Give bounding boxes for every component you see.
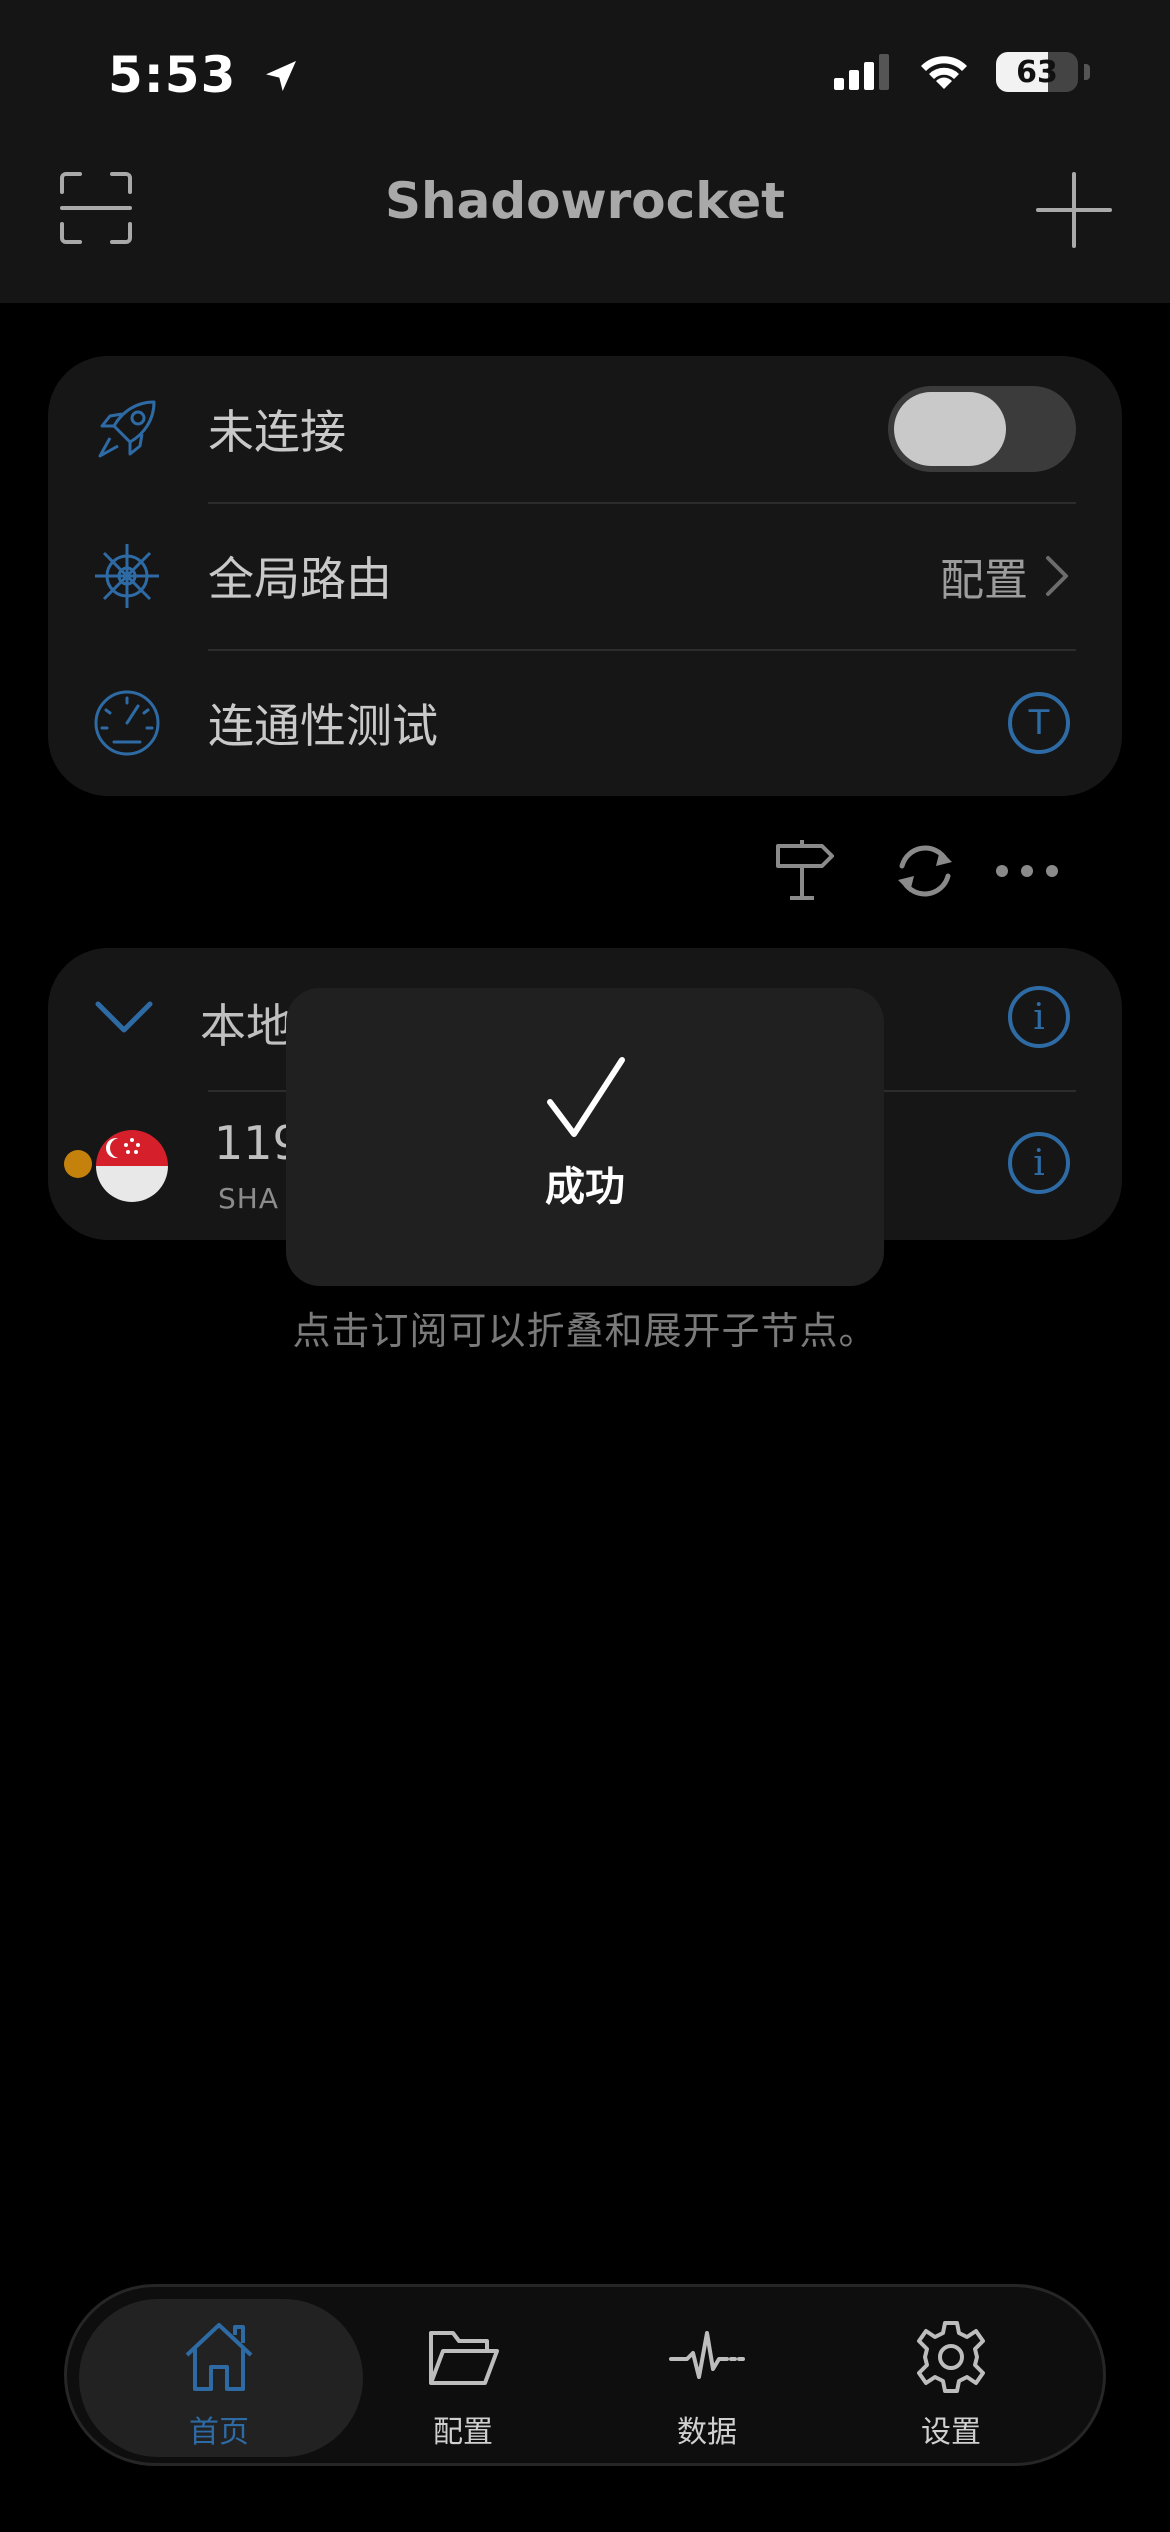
chevron-right-icon bbox=[1046, 556, 1068, 596]
top-bar: 5:53 63 Shadowrocket bbox=[0, 0, 1170, 303]
test-badge[interactable]: T bbox=[1008, 692, 1070, 754]
connectivity-test-label: 连通性测试 bbox=[208, 699, 438, 753]
gear-icon bbox=[917, 2321, 985, 2393]
tab-label: 配置 bbox=[433, 2415, 493, 2450]
folder-icon bbox=[429, 2331, 499, 2385]
node-status-dot bbox=[64, 1150, 92, 1178]
signpost-icon[interactable] bbox=[772, 836, 842, 906]
singapore-flag-icon bbox=[96, 1130, 168, 1202]
plus-icon[interactable] bbox=[1034, 170, 1114, 250]
page-title: Shadowrocket bbox=[384, 172, 786, 230]
connection-toggle[interactable] bbox=[888, 386, 1076, 472]
refresh-icon[interactable] bbox=[890, 836, 960, 906]
tab-label: 设置 bbox=[921, 2415, 981, 2450]
subscription-title[interactable]: 本地 bbox=[200, 990, 292, 1056]
success-toast: 成功 bbox=[286, 988, 884, 1286]
tab-settings[interactable]: 设置 bbox=[829, 2287, 1073, 2469]
connection-status-label: 未连接 bbox=[208, 405, 346, 459]
tab-label: 首页 bbox=[189, 2415, 249, 2450]
chevron-down-icon[interactable] bbox=[94, 986, 154, 1046]
rocket-icon bbox=[98, 400, 156, 458]
tab-home[interactable]: 首页 bbox=[97, 2287, 341, 2469]
battery-tip bbox=[1084, 64, 1090, 80]
toast-message: 成功 bbox=[545, 1164, 625, 1210]
status-time: 5:53 bbox=[108, 46, 301, 104]
battery-indicator: 63 bbox=[996, 52, 1078, 92]
pulse-icon bbox=[669, 2331, 745, 2379]
connection-row[interactable]: 未连接 bbox=[48, 356, 1122, 502]
wifi-icon bbox=[921, 56, 967, 89]
cellular-signal-icon bbox=[834, 54, 889, 90]
info-icon[interactable]: i bbox=[1008, 986, 1070, 1048]
battery-percent: 63 bbox=[1016, 54, 1058, 90]
tab-bar: 首页 配置 数据 设置 bbox=[64, 2284, 1106, 2466]
toggle-knob bbox=[894, 392, 1006, 466]
routing-row[interactable]: 全局路由 配置 bbox=[48, 503, 1122, 649]
status-icons: 63 bbox=[834, 52, 1090, 92]
speedometer-icon bbox=[94, 690, 160, 756]
home-icon bbox=[185, 2323, 253, 2391]
node-info-icon[interactable]: i bbox=[1008, 1132, 1070, 1194]
tab-config[interactable]: 配置 bbox=[341, 2287, 585, 2469]
hint-text: 点击订阅可以折叠和展开子节点。 bbox=[292, 1309, 878, 1353]
tab-data[interactable]: 数据 bbox=[585, 2287, 829, 2469]
more-icon[interactable] bbox=[992, 836, 1062, 906]
connection-card: 未连接 全局路由 配置 连通性测试 T bbox=[48, 356, 1122, 796]
ship-wheel-icon bbox=[95, 544, 159, 608]
tab-label: 数据 bbox=[677, 2415, 737, 2450]
screen: 5:53 63 Shadowrocket 未连接 全局路由 配置 连通性测试 T… bbox=[0, 0, 1170, 2532]
location-arrow-icon bbox=[265, 61, 296, 91]
checkmark-icon bbox=[547, 1057, 625, 1137]
routing-label: 全局路由 bbox=[208, 552, 392, 606]
routing-value: 配置 bbox=[940, 555, 1028, 606]
node-protocol: SHA bbox=[218, 1182, 279, 1215]
connectivity-test-row[interactable]: 连通性测试 T bbox=[48, 650, 1122, 796]
